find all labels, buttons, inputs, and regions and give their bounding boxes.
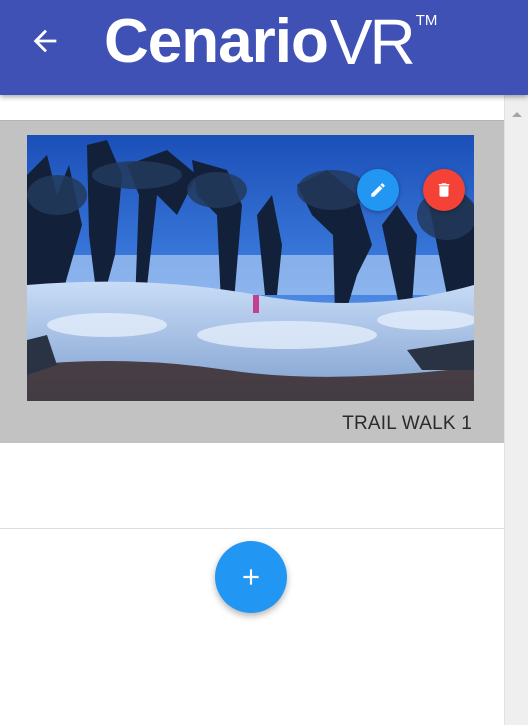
delete-scene-button[interactable]	[423, 169, 465, 211]
app-logo: Cenario VR TM	[104, 4, 437, 84]
scroll-up-arrow[interactable]	[505, 109, 528, 125]
scene-list: TRAIL WALK 1	[0, 95, 504, 725]
add-scene-button[interactable]	[215, 541, 287, 613]
caret-up-icon	[512, 112, 522, 117]
pencil-icon	[371, 183, 385, 197]
logo-trademark: TM	[415, 12, 438, 29]
scene-card[interactable]: TRAIL WALK 1	[0, 120, 504, 443]
logo-text-vr: VR	[329, 6, 416, 78]
trash-icon	[438, 183, 450, 197]
edit-scene-button[interactable]	[357, 169, 399, 211]
scene-title: TRAIL WALK 1	[342, 413, 472, 434]
plus-icon	[243, 569, 259, 585]
back-button[interactable]	[22, 18, 68, 64]
scrollbar[interactable]	[504, 95, 528, 725]
logo-text-main: Cenario	[104, 7, 329, 76]
scene-thumbnail[interactable]	[27, 135, 474, 401]
arrow-left-icon	[33, 29, 57, 53]
divider	[0, 528, 504, 529]
app-bar: Cenario VR TM	[0, 0, 528, 95]
